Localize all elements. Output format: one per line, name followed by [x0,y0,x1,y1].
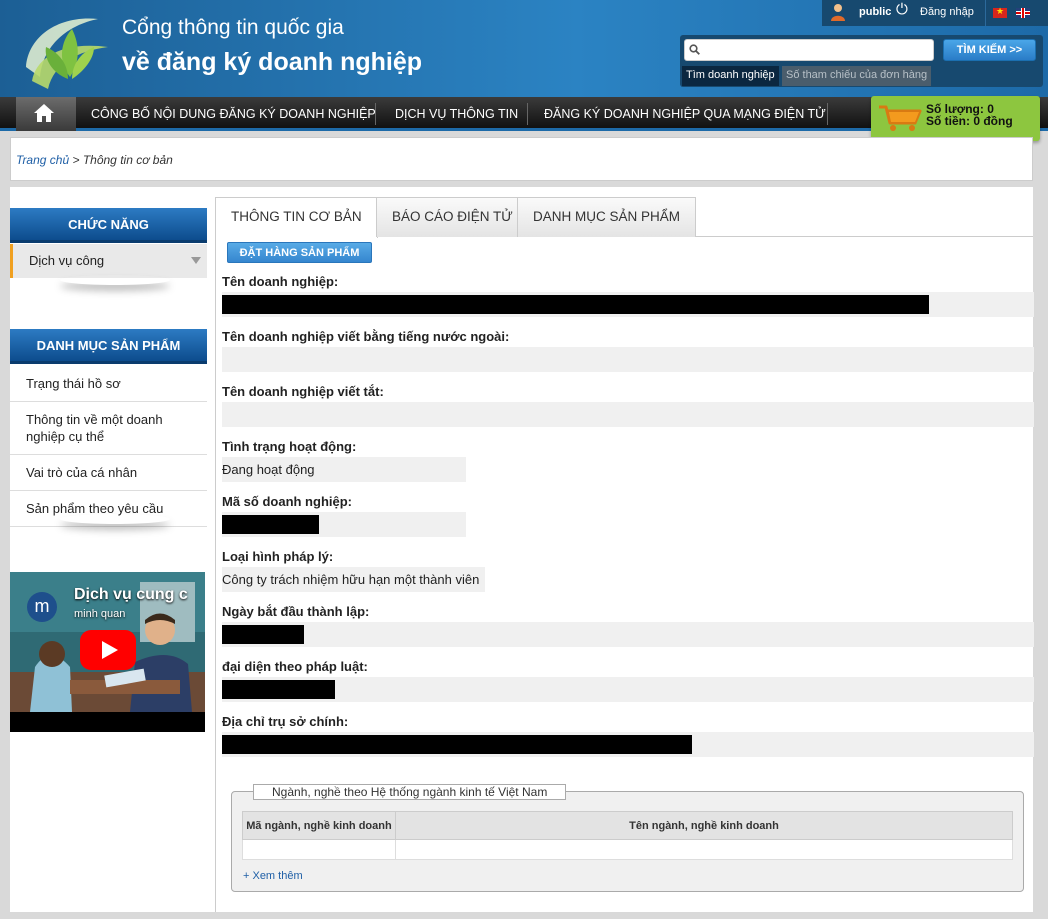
representative-value [222,677,1034,702]
decorative-shadow [60,514,170,524]
video-title[interactable]: Dịch vụ cung c [74,586,188,604]
tab-product-list[interactable]: DANH MỤC SẢN PHẨM [517,197,697,237]
nav-item-publish[interactable]: CÔNG BỐ NỘI DUNG ĐĂNG KÝ DOANH NGHIỆP [91,97,376,131]
sidebar-item-individual-role[interactable]: Vai trò của cá nhân [10,455,207,491]
legal-type-value: Công ty trách nhiệm hữu hạn một thành vi… [222,567,485,592]
search-box: TÌM KIẾM >> Tìm doanh nghiệp Số tham chi… [680,35,1043,87]
video-channel-avatar: m [27,592,57,622]
industry-table: Mã ngành, nghề kinh doanh Tên ngành, ngh… [242,811,1013,860]
short-name-value [222,402,1034,427]
redacted-block [222,515,319,534]
table-header-row: Mã ngành, nghề kinh doanh Tên ngành, ngh… [242,811,1013,840]
search-tab-order-reference[interactable]: Số tham chiếu của đơn hàng [782,66,932,86]
company-name-label: Tên doanh nghiệp: [222,274,339,289]
status-label: Tình trạng hoạt động: [222,439,357,454]
foreign-name-value [222,347,1034,372]
tab-bar: THÔNG TIN CƠ BẢN BÁO CÁO ĐIỆN TỬ DANH MỤ… [215,197,1033,238]
table-row [242,839,1013,860]
representative-label: đại diện theo pháp luật: [222,659,368,674]
nav-divider [827,103,828,125]
sidebar-item-label: Dịch vụ công [29,253,105,268]
nav-item-info-services[interactable]: DỊCH VỤ THÔNG TIN [395,97,518,131]
legal-type-label: Loại hình pháp lý: [222,549,334,564]
site-title-line-2: về đăng ký doanh nghiệp [122,48,423,76]
breadcrumb-home-link[interactable]: Trang chủ [16,153,69,167]
cart-total: Số tiền: 0 đồng [926,114,1013,128]
short-name-label: Tên doanh nghiệp viết tắt: [222,384,384,399]
nav-divider [375,103,376,125]
search-button[interactable]: TÌM KIẾM >> [943,39,1036,61]
breadcrumb-bar: Trang chủ > Thông tin cơ bản [10,137,1033,181]
main-panel: CHỨC NĂNG Dịch vụ công DANH MỤC SẢN PHẨM… [10,187,1034,912]
address-value [222,732,1034,757]
founding-date-label: Ngày bắt đầu thành lập: [222,604,370,619]
company-code-label: Mã số doanh nghiệp: [222,494,352,509]
search-input[interactable] [684,39,934,61]
sidebar-products-header: DANH MỤC SẢN PHẨM [10,329,207,364]
user-name[interactable]: public [859,6,891,18]
column-header-code: Mã ngành, nghề kinh doanh [242,811,396,840]
shopping-cart[interactable]: Số lượng: 0 Số tiền: 0 đồng [871,96,1040,141]
search-icon [689,44,700,55]
column-header-name: Tên ngành, nghề kinh doanh [395,811,1013,840]
nav-item-online-registration[interactable]: ĐĂNG KÝ DOANH NGHIỆP QUA MẠNG ĐIỆN TỬ [544,97,826,131]
vietnam-flag-icon[interactable] [993,6,1007,18]
foreign-name-label: Tên doanh nghiệp viết bằng tiếng nước ng… [222,329,510,344]
sidebar-item-application-status[interactable]: Trạng thái hồ sơ [10,366,207,402]
redacted-block [222,625,304,644]
play-icon[interactable] [80,630,136,670]
table-cell [395,839,1013,860]
video-channel-name: minh quan [74,608,126,620]
search-tab-company[interactable]: Tìm doanh nghiệp [682,66,779,86]
founding-date-value [222,622,1034,647]
tab-electronic-reports[interactable]: BÁO CÁO ĐIỆN TỬ [376,197,529,237]
industry-fieldset: Ngành, nghề theo Hệ thống ngành kinh tế … [231,784,1024,892]
address-label: Địa chỉ trụ sở chính: [222,714,349,729]
video-embed[interactable]: m Dịch vụ cung c minh quan [10,572,205,732]
uk-flag-icon[interactable] [1016,8,1030,18]
login-link[interactable]: Đăng nhập [920,6,974,18]
company-name-value [222,292,1034,317]
see-more-link[interactable]: + Xem thêm [243,870,303,882]
breadcrumb: Trang chủ > Thông tin cơ bản [16,153,173,167]
breadcrumb-separator: > [69,153,83,167]
user-bar: public ⏻ Đăng nhập [822,0,985,26]
sidebar-product-list: Trạng thái hồ sơ Thông tin về một doanh … [10,366,207,527]
site-header: Cổng thông tin quốc gia về đăng ký doanh… [0,0,1048,97]
status-value: Đang hoạt động [222,457,466,482]
language-bar [985,0,1048,26]
logo-icon[interactable] [18,7,114,95]
breadcrumb-current: Thông tin cơ bản [82,153,173,167]
site-title-line-1: Cổng thông tin quốc gia [122,16,344,39]
company-code-value [222,512,466,537]
user-icon [831,4,845,21]
sidebar-item-company-info[interactable]: Thông tin về một doanh nghiệp cụ thể [10,402,207,455]
redacted-block [222,680,335,699]
power-icon[interactable]: ⏻ [896,2,908,17]
decorative-shadow [60,275,170,285]
sidebar-item-public-service[interactable]: Dịch vụ công [10,244,207,278]
home-icon [34,104,54,122]
tab-basic-info[interactable]: THÔNG TIN CƠ BẢN [215,197,378,238]
nav-home-button[interactable] [16,97,76,131]
redacted-block [222,295,929,314]
chevron-down-icon [191,257,201,264]
sidebar-functions-header: CHỨC NĂNG [10,208,207,243]
basic-info-panel: ĐẶT HÀNG SẢN PHẨM Tên doanh nghiệp: Tên … [215,237,1034,912]
redacted-block [222,735,692,754]
cart-icon [879,105,922,131]
industry-legend: Ngành, nghề theo Hệ thống ngành kinh tế … [253,784,567,800]
nav-divider [527,103,528,125]
order-product-button[interactable]: ĐẶT HÀNG SẢN PHẨM [227,242,372,263]
table-cell [242,839,396,860]
